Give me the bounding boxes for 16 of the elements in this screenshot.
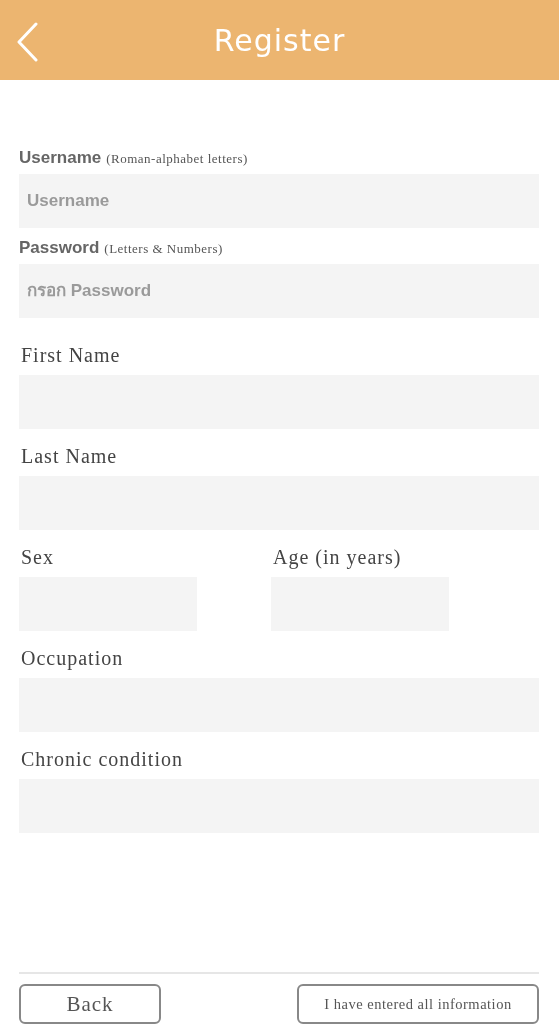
back-button[interactable]: Back [19, 984, 161, 1024]
input-field[interactable]: Username [19, 174, 539, 228]
submit-button[interactable]: I have entered all information [297, 984, 539, 1024]
field-label: Occupation [21, 647, 125, 670]
back-chevron-icon[interactable] [16, 22, 38, 62]
field-label: Chronic condition [21, 748, 184, 771]
field-label: Sex [21, 546, 55, 569]
field-label: Age (in years) [273, 546, 403, 569]
field-label: Username [19, 148, 102, 168]
input-field[interactable]: กรอก Password [19, 264, 539, 318]
field-label: Password [19, 238, 100, 258]
page-title: Register [213, 22, 346, 58]
field-hint: (Letters & Numbers) [104, 241, 223, 257]
field-label: Last Name [21, 445, 119, 468]
field-label: First Name [21, 344, 122, 367]
field-hint: (Roman-alphabet letters) [106, 151, 248, 167]
